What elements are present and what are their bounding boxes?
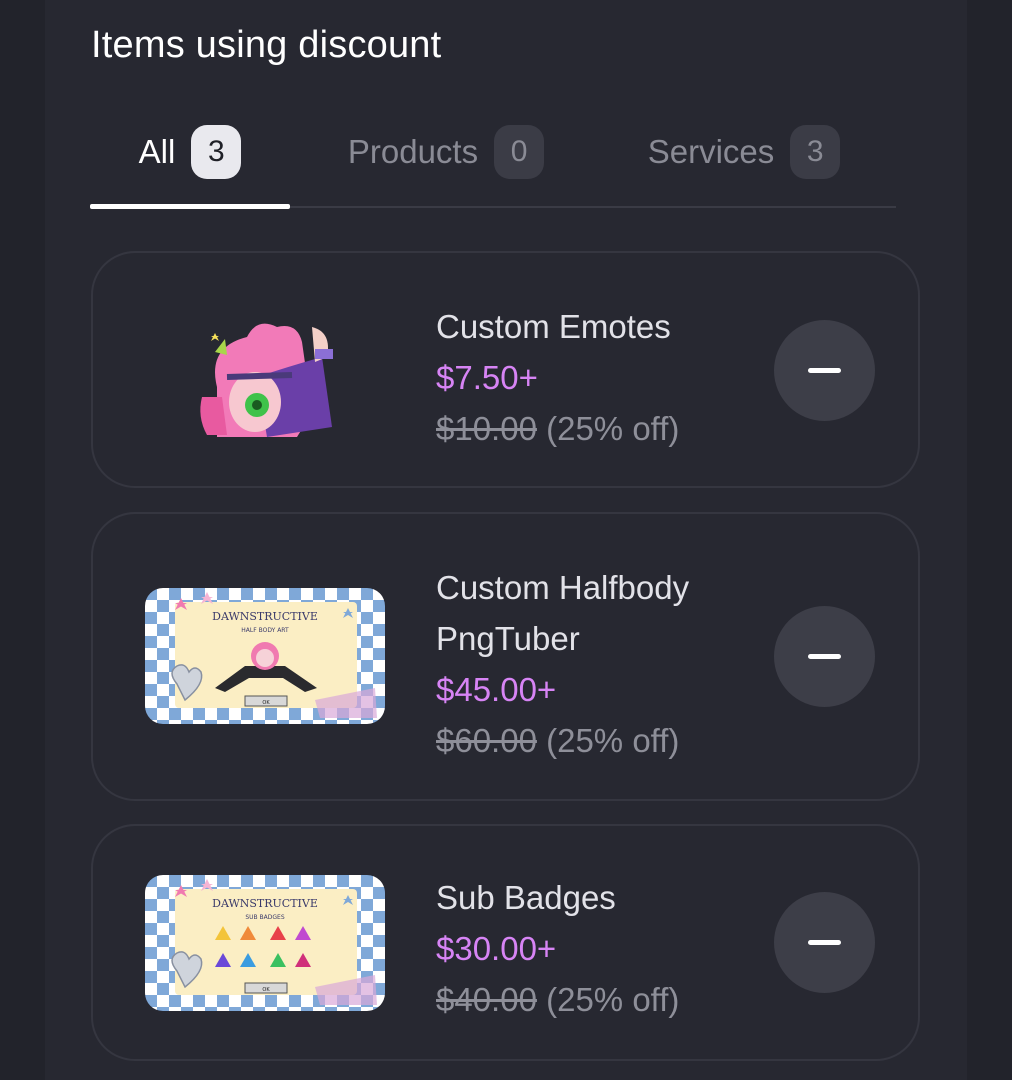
thumb-title: DAWNSTRUCTIVE: [212, 897, 318, 910]
remove-item-button[interactable]: [774, 320, 875, 421]
minus-icon: [808, 940, 841, 945]
item-thumbnail-sub-badges: DAWNSTRUCTIVE SUB BADGES OK: [145, 875, 385, 1011]
tab-services-label: Services: [647, 133, 775, 170]
item-card-custom-emotes: Custom Emotes $7.50+ $10.00 (25% off): [91, 251, 920, 488]
item-original-price-row: $10.00 (25% off): [436, 403, 679, 454]
item-original-price: $60.00: [436, 722, 537, 759]
item-original-price-row: $40.00 (25% off): [436, 974, 679, 1025]
tab-bar: All 3 Products 0 Services 3: [90, 100, 896, 209]
item-discounted-price: $45.00+: [436, 671, 557, 708]
minus-icon: [808, 654, 841, 659]
emote-character-image: [200, 323, 333, 437]
remove-item-button[interactable]: [774, 892, 875, 993]
halfbody-art-image: DAWNSTRUCTIVE HALF BODY ART OK: [145, 588, 385, 724]
minus-icon: [808, 368, 841, 373]
item-discount-percent: (25% off): [546, 981, 680, 1018]
item-thumbnail-halfbody: DAWNSTRUCTIVE HALF BODY ART OK: [145, 588, 385, 724]
item-original-price: $40.00: [436, 981, 537, 1018]
thumb-title: DAWNSTRUCTIVE: [212, 610, 318, 623]
thumb-ok-label: OK: [262, 987, 270, 993]
tab-all[interactable]: All 3: [90, 100, 290, 204]
item-discount-percent: (25% off): [546, 410, 680, 447]
item-discounted-price: $30.00+: [436, 930, 557, 967]
active-tab-indicator: [90, 204, 290, 209]
sub-badges-image: DAWNSTRUCTIVE SUB BADGES OK: [145, 875, 385, 1011]
tab-services[interactable]: Services 3: [628, 100, 860, 204]
item-info: Custom Halfbody PngTuber $45.00+ $60.00 …: [436, 562, 766, 766]
item-name[interactable]: Custom Emotes: [436, 301, 679, 352]
thumb-ok-label: OK: [262, 700, 270, 706]
remove-item-button[interactable]: [774, 606, 875, 707]
tab-all-count-badge: 3: [191, 125, 242, 179]
item-info: Sub Badges $30.00+ $40.00 (25% off): [436, 872, 679, 1025]
item-name[interactable]: Custom Halfbody PngTuber: [436, 562, 766, 664]
item-thumbnail-emote: [197, 317, 337, 441]
thumb-subtitle: HALF BODY ART: [241, 627, 289, 634]
item-original-price-row: $60.00 (25% off): [436, 715, 766, 766]
tab-products[interactable]: Products 0: [316, 100, 576, 204]
item-discounted-price: $7.50+: [436, 359, 538, 396]
section-title: Items using discount: [91, 24, 442, 66]
item-discount-percent: (25% off): [546, 722, 680, 759]
tab-services-count-badge: 3: [790, 125, 841, 179]
item-info: Custom Emotes $7.50+ $10.00 (25% off): [436, 301, 679, 454]
thumb-subtitle: SUB BADGES: [245, 914, 285, 921]
item-name[interactable]: Sub Badges: [436, 872, 679, 923]
item-card-sub-badges: DAWNSTRUCTIVE SUB BADGES OK Sub Badges $…: [91, 824, 920, 1061]
item-card-halfbody-pngtuber: DAWNSTRUCTIVE HALF BODY ART OK Custom Ha…: [91, 512, 920, 801]
tab-products-count-badge: 0: [494, 125, 545, 179]
tab-all-label: All: [138, 133, 176, 170]
tab-products-label: Products: [347, 133, 479, 170]
item-original-price: $10.00: [436, 410, 537, 447]
